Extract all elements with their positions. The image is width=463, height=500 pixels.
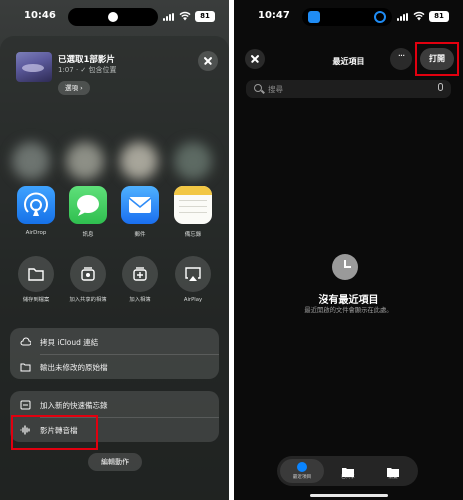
add-album-icon	[122, 256, 158, 292]
close-button[interactable]	[198, 51, 218, 71]
quick-note-icon	[20, 400, 31, 410]
share-title: 已選取1部影片	[58, 55, 115, 65]
export-unmodified-original-row[interactable]: 輸出未修改的原始檔	[10, 355, 219, 379]
bug-icon	[108, 12, 118, 22]
airplay-button[interactable]: AirPlay	[171, 256, 215, 304]
app-label: AirDrop	[25, 230, 47, 236]
empty-state-subtitle: 最近開啟的文件會顯示在此處。	[304, 307, 393, 314]
wifi-icon	[413, 11, 425, 21]
row-label: 拷貝 iCloud 連結	[40, 338, 99, 347]
folder-icon	[20, 363, 31, 372]
folder-icon	[18, 256, 54, 292]
files-recents-screen: 10:47 81 最近項目 ··· 打開 搜尋 沒有最近項目 最近開啟的文件會顯…	[234, 0, 463, 500]
edit-actions-button[interactable]: 編輯動作	[88, 453, 142, 471]
notes-icon	[174, 186, 212, 224]
options-button[interactable]: 選項 ›	[58, 81, 90, 95]
microphone-icon[interactable]	[438, 83, 443, 91]
battery-indicator: 81	[195, 11, 215, 22]
chevron-right-icon: ›	[80, 84, 83, 92]
contact-suggestion[interactable]	[12, 142, 50, 180]
tab-recents[interactable]: 最近項目	[280, 459, 324, 483]
app-messages[interactable]: 訊息	[68, 186, 108, 238]
search-field[interactable]: 搜尋	[246, 80, 451, 98]
empty-state-title: 沒有最近項目	[318, 295, 379, 306]
share-sheet: 已選取1部影片 1:07 · ✓ 包含位置 選項 › AirDrop 訊息 郵件…	[0, 36, 229, 500]
messages-icon	[69, 186, 107, 224]
share-sheet-screen: 10:46 81 已選取1部影片 1:07 · ✓ 包含位置 選項 › AirD…	[0, 0, 229, 500]
home-indicator	[310, 494, 388, 497]
tab-label: 最近項目	[292, 475, 312, 480]
status-time: 10:46	[24, 10, 56, 21]
clock-icon	[296, 462, 308, 472]
row-label: 加入新的快速備忘錄	[40, 401, 108, 410]
dynamic-island	[68, 8, 158, 26]
row-label: 輸出未修改的原始檔	[40, 363, 108, 372]
search-icon	[254, 84, 262, 92]
signal-icon	[397, 13, 409, 21]
app-label: 備忘錄	[184, 232, 202, 238]
add-shared-album-button[interactable]: 加入共享的相簿	[66, 256, 110, 304]
clock-icon	[332, 254, 358, 280]
dynamic-island	[302, 8, 392, 26]
action-label: 儲存到檔案	[22, 297, 50, 303]
share-subtitle: 1:07 · ✓ 包含位置	[58, 66, 117, 74]
highlight-box	[11, 415, 98, 450]
app-airdrop[interactable]: AirDrop	[16, 186, 56, 236]
status-bar: 10:46 81	[0, 8, 229, 26]
action-label: 加入共享的相簿	[69, 297, 107, 303]
app-notes[interactable]: 備忘錄	[173, 186, 213, 238]
action-label: 加入相簿	[129, 297, 151, 303]
highlight-box	[415, 42, 459, 76]
tab-browse[interactable]: 瀏覽	[371, 459, 415, 483]
status-bar: 10:47 81	[234, 8, 463, 26]
add-to-album-button[interactable]: 加入相簿	[118, 256, 162, 304]
shared-album-icon	[70, 256, 106, 292]
tab-shared[interactable]: 已共享	[326, 459, 370, 483]
options-label: 選項	[65, 84, 78, 92]
contact-suggestion[interactable]	[120, 142, 158, 180]
search-placeholder: 搜尋	[268, 85, 283, 94]
airdrop-icon	[17, 186, 55, 224]
app-label: 訊息	[82, 232, 94, 238]
video-thumbnail	[16, 52, 52, 82]
activity-ring-icon	[374, 11, 386, 23]
shared-folder-icon	[342, 462, 354, 477]
contact-suggestion[interactable]	[174, 142, 212, 180]
more-button[interactable]: ···	[390, 48, 412, 70]
save-to-files-button[interactable]: 儲存到檔案	[14, 256, 58, 304]
airplay-icon	[175, 256, 211, 292]
battery-indicator: 81	[429, 11, 449, 22]
cloud-link-icon	[20, 337, 31, 346]
status-time: 10:47	[258, 10, 290, 21]
tab-bar: 最近項目 已共享 瀏覽	[277, 456, 418, 486]
action-list-group-1: 拷貝 iCloud 連結 輸出未修改的原始檔	[10, 328, 219, 379]
signal-icon	[163, 13, 175, 21]
mail-icon	[121, 186, 159, 224]
copy-icloud-link-row[interactable]: 拷貝 iCloud 連結	[10, 330, 219, 354]
app-mail[interactable]: 郵件	[120, 186, 160, 238]
add-quick-note-row[interactable]: 加入新的快速備忘錄	[10, 393, 219, 417]
folder-icon	[387, 462, 399, 477]
action-label: AirPlay	[183, 297, 203, 303]
wifi-icon	[179, 11, 191, 21]
contact-suggestion[interactable]	[66, 142, 104, 180]
app-label: 郵件	[134, 232, 146, 238]
files-app-icon	[308, 11, 320, 23]
